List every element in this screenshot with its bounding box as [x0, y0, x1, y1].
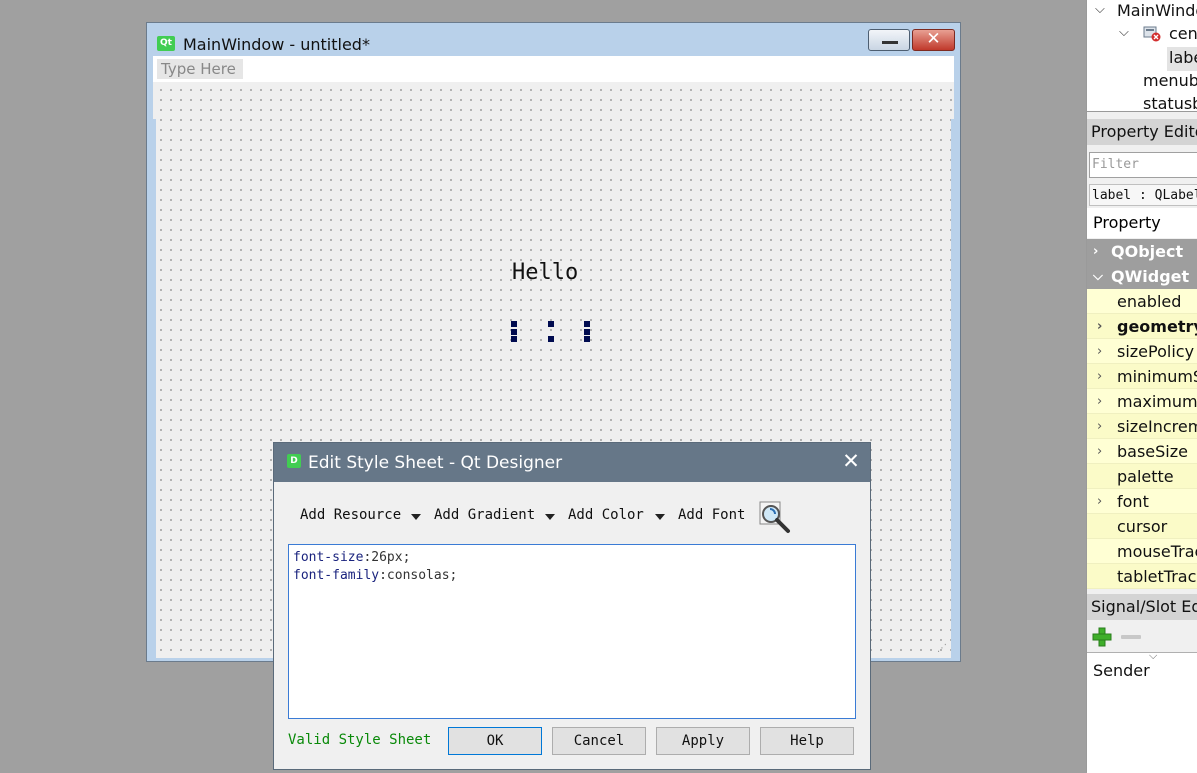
sort-chevron-icon: ⌵: [1149, 649, 1158, 662]
object-inspector-tree[interactable]: ⌵ MainWindo ⌵ cent labe menub statusb: [1087, 0, 1197, 113]
close-button[interactable]: ✕: [912, 29, 955, 51]
ok-button[interactable]: OK: [448, 727, 542, 755]
right-dock: ⌵ MainWindo ⌵ cent labe menub statusb Pr…: [1086, 0, 1197, 773]
group-qobject[interactable]: › QObject: [1087, 239, 1197, 264]
selection-handle[interactable]: [584, 336, 590, 342]
dialog-close-icon[interactable]: ✕: [840, 449, 862, 473]
property-row-font[interactable]: › font: [1087, 489, 1197, 514]
remove-connection-minus-icon[interactable]: [1121, 635, 1141, 639]
property-row-geometry[interactable]: › geometry: [1087, 314, 1197, 339]
hello-label[interactable]: Hello: [512, 260, 578, 285]
add-connection-plus-icon[interactable]: [1091, 626, 1113, 648]
chevron-right-icon: ›: [1097, 444, 1103, 459]
chevron-right-icon: ›: [1097, 494, 1103, 509]
widget-error-icon: [1143, 26, 1161, 42]
property-row-maximumsize[interactable]: ›maximumS: [1087, 389, 1197, 414]
chevron-right-icon: ›: [1097, 419, 1103, 434]
editor-line: font-family:consolas;: [293, 568, 458, 583]
tree-item-label[interactable]: labe: [1169, 48, 1197, 67]
chevron-right-icon: ›: [1093, 244, 1099, 259]
designer-app-icon: D: [287, 454, 301, 468]
type-here-menu[interactable]: Type Here: [157, 59, 243, 79]
minimize-button[interactable]: [868, 29, 910, 51]
selection-handle[interactable]: [511, 321, 517, 327]
add-resource-button[interactable]: Add Resource: [300, 507, 401, 523]
property-row-sizepolicy[interactable]: › sizePolicy: [1087, 339, 1197, 364]
canvas-left-border: [153, 119, 156, 658]
chevron-right-icon: ›: [1097, 394, 1103, 409]
tree-item-menubar[interactable]: menub: [1143, 71, 1197, 90]
main-window-title: MainWindow - untitled*: [183, 35, 370, 54]
chevron-down-icon: ⌵: [1093, 269, 1103, 284]
resize-grip-icon[interactable]: ⋰: [937, 643, 947, 654]
canvas-right-border: [951, 119, 954, 658]
add-font-button[interactable]: Add Font: [678, 507, 745, 523]
chevron-down-icon[interactable]: ⌵: [1119, 25, 1129, 40]
apply-button[interactable]: Apply: [656, 727, 750, 755]
selection-handle[interactable]: [548, 321, 554, 327]
sender-column-header[interactable]: Sender: [1093, 661, 1150, 680]
tree-item-centralwidget[interactable]: cent: [1169, 24, 1197, 43]
menu-bar: Type Here: [153, 56, 954, 82]
magnifier-icon[interactable]: [758, 500, 792, 534]
chevron-right-icon: ›: [1097, 369, 1103, 384]
selection-handle[interactable]: [584, 329, 590, 335]
property-column-header: Property: [1087, 208, 1197, 238]
group-qwidget[interactable]: ⌵ QWidget: [1087, 264, 1197, 289]
signal-slot-editor-header: Signal/Slot Ed: [1087, 594, 1197, 620]
help-button[interactable]: Help: [760, 727, 854, 755]
selection-handle[interactable]: [548, 336, 554, 342]
property-row-cursor[interactable]: cursor: [1087, 514, 1197, 539]
property-row-mousetracking[interactable]: mouseTrac: [1087, 539, 1197, 564]
chevron-right-icon: ›: [1097, 319, 1103, 334]
property-row-tablettracking[interactable]: tabletTrack: [1087, 564, 1197, 589]
property-editor-header: Property Edito: [1087, 119, 1197, 145]
validity-status: Valid Style Sheet: [288, 732, 432, 748]
selection-handle[interactable]: [511, 336, 517, 342]
property-row-sizeincrement[interactable]: › sizeIncrem: [1087, 414, 1197, 439]
minimize-icon: [882, 41, 898, 44]
object-class-label: label : QLabel: [1089, 184, 1197, 206]
dialog-title-bar: D Edit Style Sheet - Qt Designer ✕: [274, 443, 870, 482]
tree-item-statusbar[interactable]: statusb: [1143, 94, 1197, 113]
add-resource-dropdown-icon[interactable]: [411, 514, 421, 520]
chevron-right-icon: ›: [1097, 344, 1103, 359]
add-gradient-dropdown-icon[interactable]: [545, 514, 555, 520]
tree-item-mainwindow[interactable]: MainWindo: [1117, 1, 1197, 20]
editor-line: font-size:26px;: [293, 550, 411, 565]
cancel-button[interactable]: Cancel: [552, 727, 646, 755]
selection-handle[interactable]: [584, 321, 590, 327]
dialog-title: Edit Style Sheet - Qt Designer: [308, 453, 563, 473]
property-row-minimumsize[interactable]: › minimumS: [1087, 364, 1197, 389]
add-color-button[interactable]: Add Color: [568, 507, 644, 523]
close-icon: ✕: [926, 29, 941, 49]
add-gradient-button[interactable]: Add Gradient: [434, 507, 535, 523]
add-color-dropdown-icon[interactable]: [655, 514, 665, 520]
edit-style-sheet-dialog: D Edit Style Sheet - Qt Designer ✕ Add R…: [273, 442, 871, 770]
selection-handle[interactable]: [511, 329, 517, 335]
property-row-enabled[interactable]: enabled: [1087, 289, 1197, 314]
qt-app-icon: Qt: [157, 36, 175, 51]
chevron-down-icon[interactable]: ⌵: [1095, 2, 1105, 17]
property-row-basesize[interactable]: › baseSize: [1087, 439, 1197, 464]
property-row-palette[interactable]: palette: [1087, 464, 1197, 489]
signal-slot-table[interactable]: Sender ⌵: [1087, 649, 1197, 773]
style-sheet-editor[interactable]: font-size:26px; font-family:consolas;: [288, 544, 856, 719]
property-filter-input[interactable]: Filter: [1089, 152, 1197, 178]
